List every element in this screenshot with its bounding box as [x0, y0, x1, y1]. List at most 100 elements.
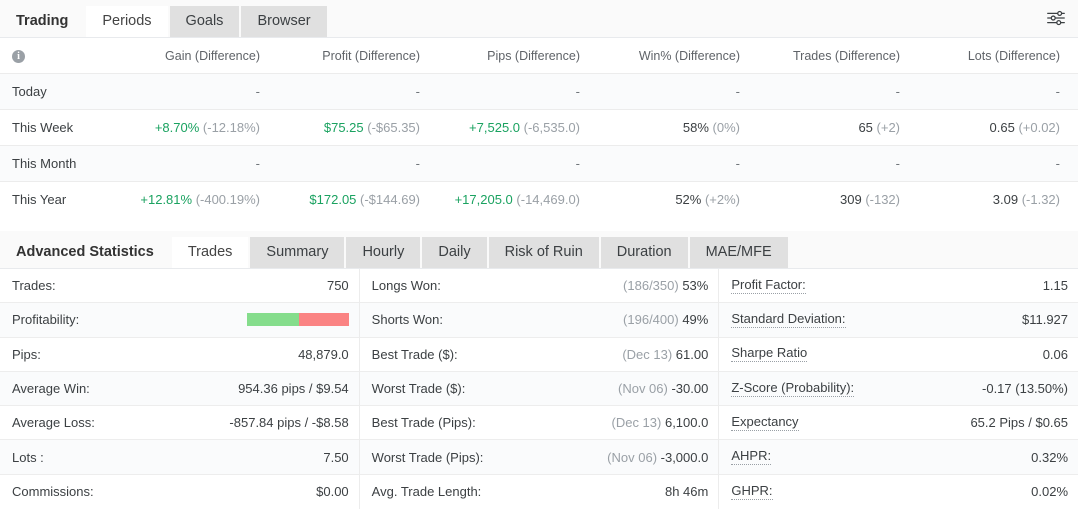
- stat-label[interactable]: Z-Score (Probability):: [731, 380, 855, 397]
- cell-value: +12.81%: [140, 192, 193, 207]
- stat-label[interactable]: Profit Factor:: [731, 277, 806, 294]
- stats-tab-hourly[interactable]: Hourly: [346, 237, 421, 268]
- stats-tab-trades[interactable]: Trades: [171, 237, 249, 268]
- cell-difference: (+2%): [701, 192, 740, 207]
- stat-value: 1.15: [1043, 278, 1068, 293]
- tab-goals[interactable]: Goals: [169, 6, 240, 37]
- period-cell: +12.81% (-400.19%): [118, 182, 278, 218]
- cell-difference: (-6,535.0): [520, 120, 580, 135]
- stat-value-prefix: (Dec 13): [611, 415, 665, 431]
- period-cell: 52% (+2%): [598, 182, 758, 218]
- stats-tab-summary[interactable]: Summary: [250, 237, 345, 268]
- stat-value: 750: [327, 278, 349, 293]
- stats-tab-risk-of-ruin[interactable]: Risk of Ruin: [488, 237, 599, 268]
- stat-label[interactable]: Standard Deviation:: [731, 311, 846, 328]
- period-cell: -: [918, 73, 1078, 110]
- stat-row: Worst Trade (Pips): (Nov 06) -3,000.0: [359, 440, 719, 475]
- cell-value: 65: [858, 120, 873, 135]
- stat-row: Profitability:: [0, 303, 359, 338]
- stat-label: Lots :: [12, 449, 44, 465]
- profitability-bar: [246, 313, 349, 327]
- cell-difference: (-12.18%): [199, 120, 260, 135]
- period-label: Today: [0, 73, 118, 110]
- empty-value: -: [735, 84, 740, 99]
- stat-value: 65.2 Pips / $0.65: [970, 415, 1068, 430]
- cell-value: 3.09: [992, 192, 1019, 207]
- tab-periods[interactable]: Periods: [86, 6, 168, 37]
- stat-value-main: 0.32%: [1031, 449, 1069, 465]
- stat-value-main: 0.06: [1042, 346, 1069, 362]
- stat-value: (Nov 06) -3,000.0: [607, 450, 708, 465]
- empty-value: -: [1055, 84, 1060, 99]
- stat-row: Best Trade ($): (Dec 13) 61.00: [359, 338, 719, 372]
- cell-value: +7,525.0: [469, 120, 521, 135]
- stat-value-main: 53%: [682, 278, 709, 294]
- cell-difference: (-14,469.0): [512, 192, 580, 207]
- stat-label[interactable]: Sharpe Ratio: [731, 345, 808, 363]
- periods-header-row: i Gain (Difference) Profit (Difference) …: [0, 38, 1078, 74]
- stat-row: Average Loss: -857.84 pips / -$8.58: [0, 406, 359, 441]
- stat-row: AHPR: 0.32%: [719, 440, 1078, 475]
- period-label: This Week: [0, 109, 118, 146]
- stat-label: Worst Trade (Pips):: [371, 449, 484, 465]
- stat-label[interactable]: Expectancy: [731, 414, 799, 431]
- cell-value: 58%: [682, 120, 709, 135]
- stat-value: 0.32%: [1031, 450, 1068, 465]
- period-cell: +8.70% (-12.18%): [118, 109, 278, 146]
- tab-browser[interactable]: Browser: [241, 6, 327, 37]
- period-cell: 65 (+2): [758, 109, 918, 146]
- stat-value: (Dec 13) 6,100.0: [612, 415, 709, 430]
- stat-value-main: 6,100.0: [664, 415, 709, 431]
- stat-label[interactable]: AHPR:: [731, 448, 772, 466]
- stat-value-main: 65.2 Pips / $0.65: [970, 415, 1069, 431]
- stat-row: Sharpe Ratio 0.06: [719, 338, 1078, 372]
- stat-value-prefix: (Dec 13): [622, 346, 676, 362]
- stat-row: Expectancy 65.2 Pips / $0.65: [719, 406, 1078, 441]
- stat-value-prefix: (Nov 06): [618, 381, 672, 397]
- cell-difference: (-$144.69): [356, 192, 420, 207]
- cell-value: 52%: [675, 192, 702, 207]
- tab-trading: Trading: [0, 6, 85, 37]
- cell-difference: (-132): [861, 192, 900, 207]
- stat-value: 954.36 pips / $9.54: [238, 381, 349, 396]
- stat-value: (196/400) 49%: [623, 312, 708, 327]
- stat-value: -0.17 (13.50%): [982, 381, 1068, 396]
- stat-row: Commissions: $0.00: [0, 475, 359, 509]
- stats-tab-mae-mfe[interactable]: MAE/MFE: [689, 237, 788, 268]
- stat-label: Worst Trade ($):: [371, 381, 466, 397]
- table-row: This Month - - - - - -: [0, 145, 1078, 182]
- period-cell: -: [278, 145, 438, 182]
- cell-difference: (-1.32): [1018, 192, 1060, 207]
- stats-column-left: Trades: 750 Profitability: Pips: 48,879.0 Ave…: [0, 269, 359, 509]
- stat-value: 8h 46m: [665, 484, 708, 499]
- stat-value-main: -3,000.0: [660, 449, 709, 465]
- period-cell: 309 (-132): [758, 182, 918, 218]
- sliders-icon[interactable]: [1034, 0, 1078, 37]
- stat-label[interactable]: GHPR:: [731, 483, 773, 500]
- period-cell: +17,205.0 (-14,469.0): [438, 182, 598, 218]
- cell-difference: (+2): [872, 120, 900, 135]
- stat-value: (Dec 13) 61.00: [622, 347, 708, 362]
- stat-row: Best Trade (Pips): (Dec 13) 6,100.0: [359, 406, 719, 441]
- stat-value-main: 48,879.0: [298, 346, 349, 362]
- period-cell: +7,525.0 (-6,535.0): [438, 109, 598, 146]
- stat-value-main: 61.00: [675, 346, 709, 362]
- info-icon[interactable]: i: [12, 50, 25, 63]
- stats-tab-daily[interactable]: Daily: [422, 237, 487, 268]
- stat-label: Shorts Won:: [371, 312, 443, 328]
- stat-value-main: -30.00: [671, 381, 709, 397]
- stat-row: Avg. Trade Length: 8h 46m: [360, 475, 719, 509]
- column-header-gain: Gain (Difference): [118, 38, 278, 74]
- empty-value: -: [735, 156, 740, 171]
- stat-value-main: 49%: [682, 312, 709, 328]
- stat-label: Profitability:: [12, 312, 80, 328]
- stats-tab-duration[interactable]: Duration: [600, 237, 688, 268]
- period-cell: 58% (0%): [598, 109, 758, 146]
- cell-difference: (+0.02): [1014, 120, 1060, 135]
- cell-value: 309: [840, 192, 862, 207]
- stat-value: (186/350) 53%: [623, 278, 708, 293]
- stat-value: 0.06: [1043, 347, 1068, 362]
- cell-value: $172.05: [309, 192, 357, 207]
- stat-row: Lots : 7.50: [0, 440, 359, 475]
- periods-table: i Gain (Difference) Profit (Difference) …: [0, 38, 1078, 217]
